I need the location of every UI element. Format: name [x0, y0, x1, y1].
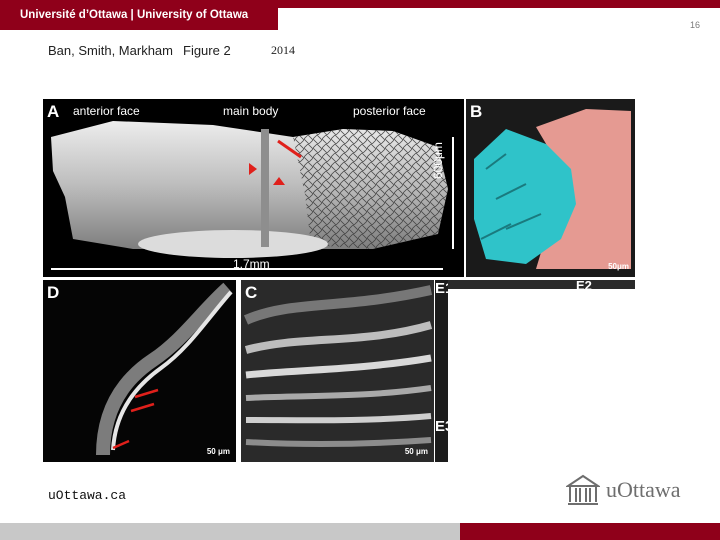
posterior-face-label: posterior face: [353, 104, 426, 118]
panel-c: C 50 μm: [241, 280, 434, 462]
figure-number: Figure 2: [183, 43, 231, 58]
figure-citation: Ban, Smith, Markham Figure 2: [48, 43, 231, 58]
footer-red-bar: [460, 523, 720, 540]
panel-d: D 50 μm: [43, 280, 236, 462]
panel-a-image: [51, 121, 454, 270]
panel-e3-label: E3: [435, 418, 448, 435]
panel-e1-label: E1: [435, 280, 448, 297]
footer-grey-bar: [0, 523, 460, 540]
panel-c-scale: 50 μm: [404, 447, 428, 456]
panel-c-label: C: [245, 283, 258, 302]
scale-bar-vertical-label: 600μm: [431, 142, 445, 179]
citation-authors: Ban, Smith, Markham: [48, 43, 173, 58]
uottawa-logo: uOttawa: [566, 473, 706, 507]
panel-b-image: [474, 109, 631, 269]
panel-b: B 50μm: [466, 99, 635, 277]
panel-c-image: [243, 285, 433, 448]
university-name: Université d’Ottawa | University of Otta…: [20, 9, 249, 21]
panel-d-scale: 50 μm: [206, 447, 230, 456]
publication-year: 2014: [271, 43, 295, 57]
panel-b-scale: 50μm: [608, 262, 629, 271]
panel-d-image: [96, 282, 233, 456]
panel-a-label: A: [47, 102, 60, 121]
panel-e-top-strip: E2: [448, 280, 635, 289]
scale-bar-horizontal-label: 1.7mm: [233, 257, 270, 271]
panel-d-label: D: [47, 283, 60, 302]
header-tab: Université d’Ottawa | University of Otta…: [0, 0, 278, 30]
anterior-face-label: anterior face: [73, 104, 140, 118]
footer-url: uOttawa.ca: [48, 488, 127, 503]
panel-e2-label: E2: [576, 280, 592, 289]
panel-e-strip: E1 E3: [435, 280, 448, 462]
logo-text: uOttawa: [606, 477, 681, 502]
main-body-label: main body: [223, 104, 279, 118]
panel-a: A anterior face main body posterior face…: [43, 99, 464, 277]
page-number: 16: [689, 20, 700, 30]
building-icon: [566, 474, 600, 505]
panel-b-label: B: [470, 102, 483, 121]
